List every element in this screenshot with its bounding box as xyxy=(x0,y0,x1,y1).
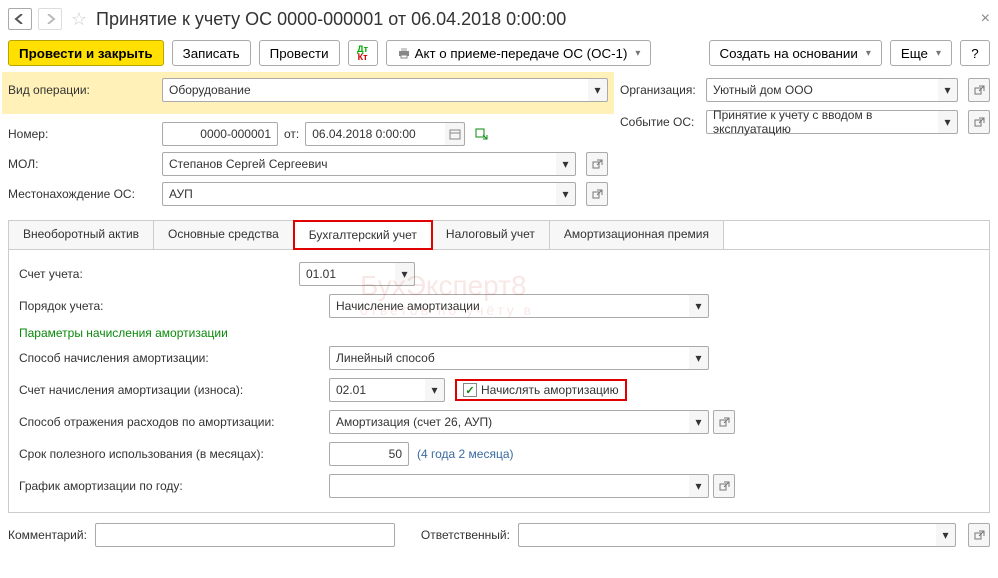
forward-button[interactable] xyxy=(38,8,62,30)
date-input[interactable]: 06.04.2018 0:00:00 xyxy=(305,122,445,146)
depr-account-select[interactable]: 02.01 xyxy=(329,378,425,402)
expense-select[interactable]: Амортизация (счет 26, АУП) xyxy=(329,410,689,434)
account-label: Счет учета: xyxy=(19,267,299,281)
create-based-label: Создать на основании xyxy=(720,46,858,61)
method-label: Способ начисления амортизации: xyxy=(19,351,329,365)
operation-type-label: Вид операции: xyxy=(8,83,156,97)
dtkt-icon: ДтКт xyxy=(357,45,368,61)
organization-label: Организация: xyxy=(620,83,700,97)
expense-label: Способ отражения расходов по амортизации… xyxy=(19,415,329,429)
account-select[interactable]: 01.01 xyxy=(299,262,395,286)
create-based-on-button[interactable]: Создать на основании ▾ xyxy=(709,40,882,66)
charge-depreciation-checkbox[interactable]: ✓ xyxy=(463,383,477,397)
chevron-down-icon[interactable]: ▾ xyxy=(938,110,958,134)
page-title: Принятие к учету ОС 0000-000001 от 06.04… xyxy=(96,9,566,30)
depr-account-label: Счет начисления амортизации (износа): xyxy=(19,383,329,397)
useful-life-hint: (4 года 2 месяца) xyxy=(417,447,514,461)
dtkt-button[interactable]: ДтКт xyxy=(348,40,378,66)
open-external-icon[interactable] xyxy=(586,152,608,176)
mol-select[interactable]: Степанов Сергей Сергеевич xyxy=(162,152,556,176)
comment-label: Комментарий: xyxy=(8,528,87,542)
date-label: от: xyxy=(284,127,299,141)
tab-depreciation-bonus[interactable]: Амортизационная премия xyxy=(550,221,724,249)
chevron-down-icon: ▾ xyxy=(866,48,871,59)
charge-depreciation-label: Начислять амортизацию xyxy=(481,383,619,397)
chevron-down-icon: ▾ xyxy=(635,48,640,59)
calendar-icon[interactable] xyxy=(445,122,465,146)
method-select[interactable]: Линейный способ xyxy=(329,346,689,370)
chevron-down-icon[interactable]: ▾ xyxy=(425,378,445,402)
order-label: Порядок учета: xyxy=(19,299,329,313)
responsible-label: Ответственный: xyxy=(421,528,510,542)
print-act-label: Акт о приеме-передаче ОС (ОС-1) xyxy=(415,46,628,61)
more-button[interactable]: Еще ▾ xyxy=(890,40,952,66)
chevron-down-icon[interactable]: ▾ xyxy=(689,294,709,318)
tab-tax[interactable]: Налоговый учет xyxy=(432,221,550,249)
location-label: Местонахождение ОС: xyxy=(8,187,156,201)
help-button[interactable]: ? xyxy=(960,40,990,66)
useful-life-input[interactable]: 50 xyxy=(329,442,409,466)
useful-life-label: Срок полезного использования (в месяцах)… xyxy=(19,447,329,461)
save-button[interactable]: Записать xyxy=(172,40,251,66)
post-and-close-button[interactable]: Провести и закрыть xyxy=(8,40,164,66)
event-label: Событие ОС: xyxy=(620,115,700,129)
number-label: Номер: xyxy=(8,127,156,141)
organization-select[interactable]: Уютный дом ООО xyxy=(706,78,938,102)
comment-input[interactable] xyxy=(95,523,395,547)
chevron-down-icon[interactable]: ▾ xyxy=(689,410,709,434)
chevron-down-icon: ▾ xyxy=(936,48,941,59)
chevron-down-icon[interactable]: ▾ xyxy=(556,152,576,176)
open-external-icon[interactable] xyxy=(713,474,735,498)
open-external-icon[interactable] xyxy=(968,523,990,547)
operation-type-select[interactable]: Оборудование xyxy=(162,78,588,102)
schedule-label: График амортизации по году: xyxy=(19,479,329,493)
chevron-down-icon[interactable]: ▾ xyxy=(689,474,709,498)
event-select[interactable]: Принятие к учету с вводом в эксплуатацию xyxy=(706,110,938,134)
chevron-down-icon[interactable]: ▾ xyxy=(936,523,956,547)
more-label: Еще xyxy=(901,46,928,61)
number-input[interactable]: 0000-000001 xyxy=(162,122,278,146)
location-select[interactable]: АУП xyxy=(162,182,556,206)
chevron-down-icon[interactable]: ▾ xyxy=(588,78,608,102)
schedule-select[interactable] xyxy=(329,474,689,498)
responsible-select[interactable] xyxy=(518,523,936,547)
chevron-down-icon[interactable]: ▾ xyxy=(938,78,958,102)
section-title: Параметры начисления амортизации xyxy=(19,326,979,340)
open-external-icon[interactable] xyxy=(713,410,735,434)
tab-accounting[interactable]: Бухгалтерский учет xyxy=(293,220,433,250)
tab-fixed-assets[interactable]: Основные средства xyxy=(154,221,294,249)
open-external-icon[interactable] xyxy=(968,110,990,134)
tab-noncurrent-asset[interactable]: Внеоборотный актив xyxy=(9,221,154,249)
back-button[interactable] xyxy=(8,8,32,30)
chevron-down-icon[interactable]: ▾ xyxy=(395,262,415,286)
charge-depreciation-highlight: ✓ Начислять амортизацию xyxy=(455,379,627,401)
open-external-icon[interactable] xyxy=(968,78,990,102)
chevron-down-icon[interactable]: ▾ xyxy=(556,182,576,206)
open-external-icon[interactable] xyxy=(586,182,608,206)
mol-label: МОЛ: xyxy=(8,157,156,171)
order-select[interactable]: Начисление амортизации xyxy=(329,294,689,318)
favorite-star-icon[interactable]: ☆ xyxy=(68,8,90,30)
print-act-button[interactable]: Акт о приеме-передаче ОС (ОС-1) ▾ xyxy=(386,40,652,66)
post-button[interactable]: Провести xyxy=(259,40,340,66)
close-icon[interactable]: × xyxy=(981,10,990,28)
printer-icon xyxy=(397,47,411,59)
chevron-down-icon[interactable]: ▾ xyxy=(689,346,709,370)
refresh-date-icon[interactable] xyxy=(475,127,489,141)
